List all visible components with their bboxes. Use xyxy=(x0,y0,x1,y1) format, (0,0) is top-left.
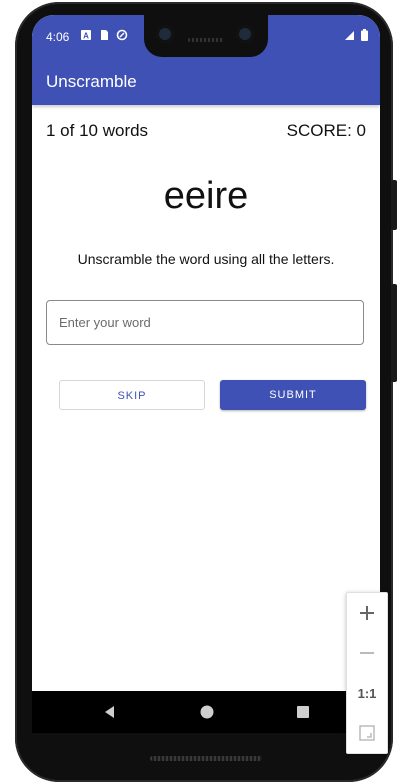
app-bar: Unscramble xyxy=(32,57,380,105)
camera-left-icon xyxy=(156,25,174,43)
score: SCORE: 0 xyxy=(286,121,366,140)
emulator-zoom-controls: 1:1 xyxy=(346,592,388,754)
actual-size-label: 1:1 xyxy=(357,685,377,701)
word-input[interactable] xyxy=(47,301,361,344)
status-right-icons xyxy=(344,29,368,41)
status-time: 4:06 xyxy=(46,30,70,44)
app-title: Unscramble xyxy=(46,72,137,91)
minus-icon xyxy=(360,652,374,654)
bottom-speaker xyxy=(150,756,262,761)
status-icons: A xyxy=(80,29,128,41)
scrambled-word: eeire xyxy=(163,175,249,217)
signal-icon xyxy=(345,31,354,40)
actual-size-button[interactable]: 1:1 xyxy=(347,673,387,713)
power-button xyxy=(391,180,397,230)
zoom-in-button[interactable] xyxy=(347,593,387,633)
word-count: 1 of 10 words xyxy=(46,121,149,140)
sync-icon xyxy=(116,29,128,41)
skip-button[interactable]: SKIP xyxy=(59,380,205,410)
battery-icon xyxy=(361,29,368,41)
word-input-field[interactable] xyxy=(46,300,364,345)
fit-screen-button[interactable] xyxy=(347,713,387,753)
sd-card-icon xyxy=(101,30,108,40)
device-screen: 4:06 A Unscramble 1 of 10 words SCORE: 0… xyxy=(32,15,380,692)
camera-right-icon xyxy=(236,25,254,43)
navigation-bar xyxy=(32,691,380,733)
plus-icon xyxy=(360,606,374,620)
camera-notch xyxy=(144,15,268,57)
zoom-out-button[interactable] xyxy=(347,633,387,673)
home-icon[interactable] xyxy=(199,704,215,720)
back-icon[interactable] xyxy=(102,704,118,720)
earpiece-speaker xyxy=(188,38,224,42)
a-icon: A xyxy=(81,30,91,41)
submit-button[interactable]: SUBMIT xyxy=(220,380,366,410)
instructions-text: Unscramble the word using all the letter… xyxy=(77,251,335,267)
svg-text:A: A xyxy=(83,32,89,41)
fit-screen-icon xyxy=(359,725,375,741)
volume-button xyxy=(391,284,397,382)
recents-icon[interactable] xyxy=(295,704,311,720)
